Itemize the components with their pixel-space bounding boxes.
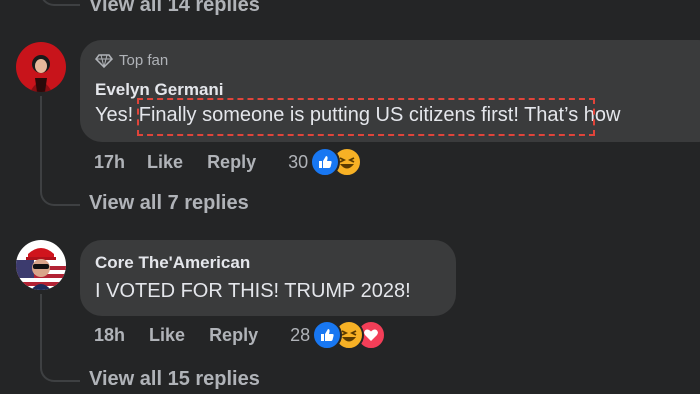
top-fan-badge: Top fan [95,52,168,69]
thread-connector [40,188,80,206]
avatar[interactable] [16,42,66,92]
like-button[interactable]: Like [147,152,183,173]
badge-label: Top fan [119,52,169,69]
reactions[interactable] [312,320,387,350]
comment-actions: 18h Like Reply 28 [94,320,387,350]
comment-text: I VOTED FOR THIS! TRUMP 2028! [95,280,411,302]
highlighted-text: Finally someone is putting US citizens f… [133,104,519,126]
avatar-image [16,240,66,290]
reply-button[interactable]: Reply [207,152,256,173]
thread-connector [40,0,80,6]
like-icon [310,147,341,177]
thread-line [40,294,42,368]
comment-text-start: Yes! [95,104,134,126]
comment-bubble [80,240,456,316]
view-replies-link[interactable]: View all 14 replies [89,0,260,17]
comment-text: Yes! Finally someone is putting US citiz… [95,104,620,127]
reaction-count[interactable]: 30 [288,152,308,173]
comment-author[interactable]: Evelyn Germani [95,80,224,100]
thread-line [40,96,42,192]
comments-panel: View all 14 replies Top fan Evelyn Germa… [0,0,700,394]
reactions[interactable] [310,147,363,177]
thread-connector [40,364,80,382]
like-icon [312,320,343,350]
timestamp[interactable]: 17h [94,152,125,173]
diamond-icon [95,53,113,68]
comment-author[interactable]: Core The'American [95,253,250,273]
comment-text-end: That’s how [518,104,621,126]
view-replies-link[interactable]: View all 15 replies [89,368,260,391]
timestamp[interactable]: 18h [94,325,125,346]
reply-button[interactable]: Reply [209,325,258,346]
avatar[interactable] [16,240,66,290]
like-button[interactable]: Like [149,325,185,346]
avatar-image [16,42,66,92]
comment-actions: 17h Like Reply 30 [94,147,363,177]
reaction-count[interactable]: 28 [290,325,310,346]
view-replies-link[interactable]: View all 7 replies [89,192,249,215]
